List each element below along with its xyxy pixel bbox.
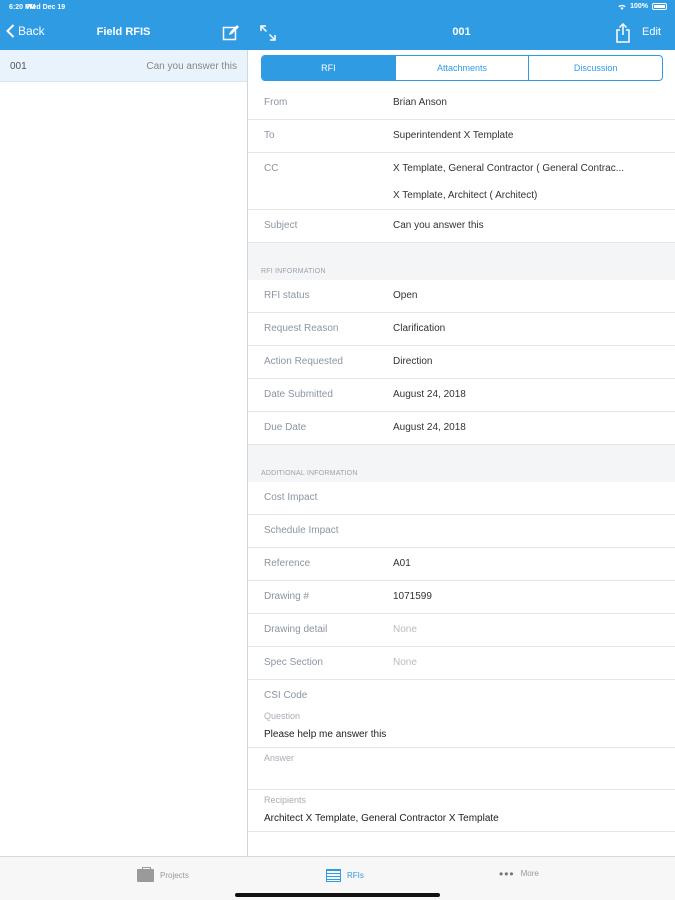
field-label: Answer — [264, 753, 295, 763]
field-due-date: Due Date August 24, 2018 — [248, 412, 675, 445]
tab-discussion[interactable]: Discussion — [528, 56, 662, 80]
tab-more[interactable]: ••• More — [499, 866, 539, 881]
field-request-reason: Request Reason Clarification — [248, 313, 675, 346]
field-recipients: Recipients Architect X Template, General… — [248, 790, 675, 832]
field-value: August 24, 2018 — [393, 422, 466, 433]
share-icon[interactable] — [615, 23, 631, 43]
tab-label: Projects — [160, 871, 189, 880]
field-label: To — [264, 130, 275, 141]
edit-button[interactable]: Edit — [642, 26, 661, 38]
rfi-subject: Can you answer this — [146, 61, 237, 72]
app-screen: 6:20 PM Wed Dec 19 100% Back Field RFIS … — [0, 0, 675, 900]
field-value: Architect X Template, General Contractor… — [264, 813, 499, 824]
field-schedule-impact: Schedule Impact — [248, 515, 675, 548]
battery-icon — [652, 3, 667, 10]
field-label: From — [264, 97, 288, 108]
field-cost-impact: Cost Impact — [248, 482, 675, 515]
field-value: Can you answer this — [393, 220, 484, 231]
field-reference: Reference A01 — [248, 548, 675, 581]
rfi-number: 001 — [10, 61, 27, 72]
status-bar: 6:20 PM Wed Dec 19 100% — [0, 0, 675, 16]
top-bar: 6:20 PM Wed Dec 19 100% Back Field RFIS … — [0, 0, 675, 50]
tab-projects[interactable]: Projects — [137, 867, 189, 882]
field-from: From Brian Anson — [248, 87, 675, 120]
list-item[interactable]: 001 Can you answer this — [0, 50, 247, 82]
rfi-list: 001 Can you answer this — [0, 50, 247, 856]
field-value: Open — [393, 290, 418, 301]
field-value: Direction — [393, 356, 433, 367]
field-spec-section: Spec Section None — [248, 647, 675, 680]
field-label: Spec Section — [264, 657, 323, 668]
list-title: Field RFIS — [96, 26, 151, 38]
field-cc: CC X Template, General Contractor ( Gene… — [248, 153, 675, 210]
field-csi-code: CSI Code — [248, 680, 675, 706]
field-value: August 24, 2018 — [393, 389, 466, 400]
status-right: 100% — [618, 3, 667, 10]
tab-rfis[interactable]: RFIs — [326, 869, 364, 882]
status-date: Wed Dec 19 — [26, 4, 66, 11]
tab-bar: Projects RFIs ••• More — [0, 856, 675, 900]
segmented-control: RFI Attachments Discussion — [261, 55, 663, 81]
section-title: RFI INFORMATION — [261, 268, 326, 275]
list-nav-bar: Back Field RFIS — [0, 16, 247, 50]
field-value: None — [393, 624, 417, 635]
home-indicator — [235, 893, 440, 897]
field-action-requested: Action Requested Direction — [248, 346, 675, 379]
field-label: Date Submitted — [264, 389, 333, 400]
field-date-submitted: Date Submitted August 24, 2018 — [248, 379, 675, 412]
field-label: Recipients — [264, 795, 307, 805]
field-subject: Subject Can you answer this — [248, 210, 675, 243]
detail-title: 001 — [452, 26, 471, 38]
field-answer: Answer — [248, 748, 675, 790]
field-rfi-status: RFI status Open — [248, 280, 675, 313]
rfi-detail: RFI Attachments Discussion From Brian An… — [248, 50, 675, 856]
field-value: 1071599 — [393, 591, 432, 602]
tab-rfi[interactable]: RFI — [262, 56, 395, 80]
field-label: Reference — [264, 558, 311, 569]
field-label: Request Reason — [264, 323, 339, 334]
field-label: Cost Impact — [264, 492, 318, 503]
field-label: Due Date — [264, 422, 307, 433]
field-label: Action Requested — [264, 356, 343, 367]
detail-nav-bar: 001 Edit — [248, 16, 675, 50]
section-header-additional-info: ADDITIONAL INFORMATION — [248, 445, 675, 482]
field-label: CC — [264, 163, 279, 174]
list-icon — [326, 869, 341, 882]
section-header-rfi-info: RFI INFORMATION — [248, 243, 675, 280]
tab-label: More — [520, 869, 539, 878]
field-value-secondary: X Template, Architect ( Architect) — [393, 190, 538, 201]
field-value: Please help me answer this — [264, 729, 387, 740]
compose-icon[interactable] — [222, 24, 240, 42]
field-label: RFI status — [264, 290, 310, 301]
field-label: Question — [264, 711, 301, 721]
wifi-icon — [618, 4, 626, 10]
field-label: Drawing # — [264, 591, 310, 602]
briefcase-icon — [137, 867, 154, 882]
field-value: Brian Anson — [393, 97, 447, 108]
field-label: Schedule Impact — [264, 525, 339, 536]
ellipsis-icon: ••• — [499, 866, 515, 881]
battery-percent: 100% — [630, 3, 648, 10]
tab-attachments[interactable]: Attachments — [394, 56, 529, 80]
field-value: None — [393, 657, 417, 668]
field-to: To Superintendent X Template — [248, 120, 675, 153]
field-drawing-detail: Drawing detail None — [248, 614, 675, 647]
field-question: Question Please help me answer this — [248, 706, 675, 748]
tab-label: RFIs — [347, 871, 364, 880]
field-label: Subject — [264, 220, 298, 231]
field-label: CSI Code — [264, 690, 308, 701]
field-value: X Template, General Contractor ( General… — [393, 163, 625, 174]
field-value: Clarification — [393, 323, 446, 334]
field-label: Drawing detail — [264, 624, 328, 635]
field-drawing-number: Drawing # 1071599 — [248, 581, 675, 614]
field-value: A01 — [393, 558, 411, 569]
field-value: Superintendent X Template — [393, 130, 514, 141]
section-title: ADDITIONAL INFORMATION — [261, 470, 358, 477]
detail-form: From Brian Anson To Superintendent X Tem… — [248, 87, 675, 832]
